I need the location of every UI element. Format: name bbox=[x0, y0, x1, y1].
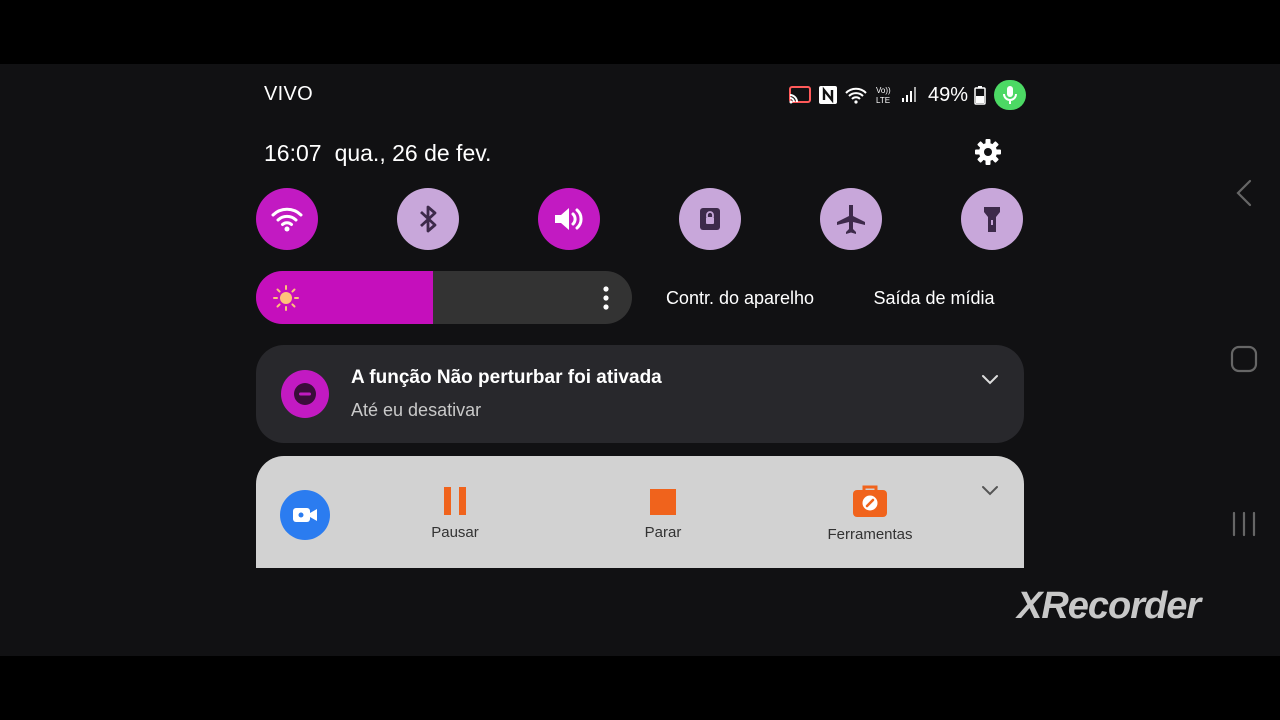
flashlight-icon bbox=[984, 207, 1000, 232]
date-time: 16:07 qua., 26 de fev. bbox=[264, 140, 491, 167]
status-icons: Vo)) LTE 49% bbox=[788, 80, 1027, 110]
home-nav-icon[interactable] bbox=[1229, 344, 1259, 379]
stop-icon bbox=[650, 489, 676, 515]
do-not-disturb-icon bbox=[281, 370, 329, 418]
lock-icon bbox=[700, 208, 720, 230]
dnd-subtitle: Até eu desativar bbox=[351, 400, 482, 420]
dnd-title: A função Não perturbar foi ativada bbox=[351, 367, 662, 388]
recents-nav-icon[interactable] bbox=[1229, 509, 1259, 544]
toolbox-icon bbox=[853, 485, 887, 517]
chevron-down-icon[interactable] bbox=[980, 372, 1000, 391]
airplane-icon bbox=[837, 205, 865, 234]
toggle-flashlight[interactable] bbox=[961, 188, 1023, 250]
settings-gear-icon[interactable] bbox=[973, 137, 1003, 167]
toggle-rotation-lock[interactable] bbox=[679, 188, 741, 250]
bluetooth-icon bbox=[420, 205, 437, 233]
wifi-icon bbox=[844, 85, 868, 105]
device-control-button[interactable]: Contr. do aparelho bbox=[646, 276, 834, 320]
svg-text:Vo)): Vo)) bbox=[876, 86, 891, 95]
mic-icon bbox=[994, 80, 1027, 110]
toggle-sound[interactable] bbox=[538, 188, 600, 250]
wifi-icon bbox=[271, 207, 303, 232]
toggle-bluetooth[interactable] bbox=[397, 188, 459, 250]
nfc-icon bbox=[818, 85, 838, 105]
stop-button[interactable]: Parar bbox=[632, 488, 694, 541]
dnd-notification[interactable]: A função Não perturbar foi ativada Até e… bbox=[256, 345, 1024, 443]
quick-toggles bbox=[256, 188, 1024, 250]
toggle-wifi[interactable] bbox=[256, 188, 318, 250]
date-label: qua., 26 de fev. bbox=[334, 140, 492, 166]
brightness-slider[interactable] bbox=[256, 271, 632, 324]
volte-icon: Vo)) LTE bbox=[874, 84, 894, 106]
recorder-notification[interactable]: Pausar Parar Ferramentas bbox=[256, 456, 1024, 568]
chevron-down-icon[interactable] bbox=[980, 483, 1000, 502]
back-nav-icon[interactable] bbox=[1233, 178, 1255, 213]
pause-icon bbox=[444, 487, 466, 515]
media-output-button[interactable]: Saída de mídia bbox=[848, 276, 1020, 320]
battery-icon bbox=[974, 85, 986, 105]
svg-text:LTE: LTE bbox=[876, 96, 890, 105]
pause-button[interactable]: Pausar bbox=[424, 486, 486, 541]
pause-label: Pausar bbox=[431, 524, 479, 541]
stop-label: Parar bbox=[644, 524, 682, 541]
tools-label: Ferramentas bbox=[827, 526, 913, 543]
video-camera-icon[interactable] bbox=[280, 490, 330, 540]
xrecorder-watermark: XRecorder bbox=[1017, 585, 1201, 627]
volume-icon bbox=[555, 208, 583, 230]
toggle-airplane-mode[interactable] bbox=[820, 188, 882, 250]
clock-time: 16:07 bbox=[264, 140, 322, 166]
more-options-icon[interactable] bbox=[602, 285, 610, 316]
tools-button[interactable]: Ferramentas bbox=[820, 484, 920, 543]
carrier-label: VIVO bbox=[264, 83, 313, 105]
signal-icon bbox=[900, 86, 918, 104]
sun-icon bbox=[273, 285, 299, 316]
cast-icon bbox=[788, 85, 812, 105]
battery-percent: 49% bbox=[928, 83, 969, 106]
